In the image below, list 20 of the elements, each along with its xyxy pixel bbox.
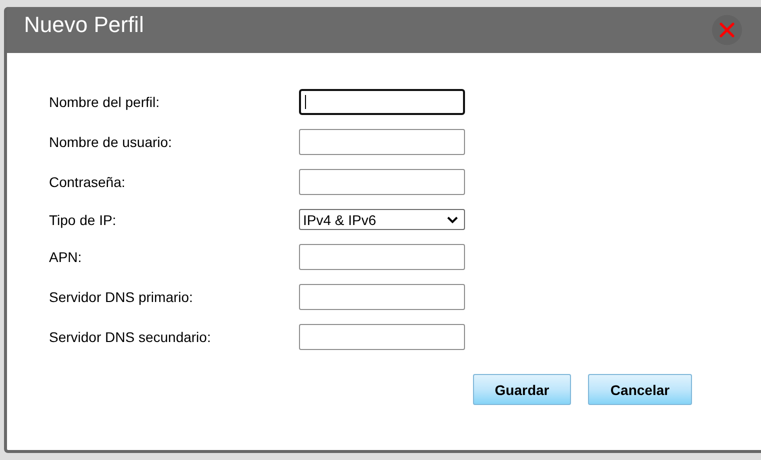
input-field[interactable] — [299, 324, 465, 350]
input-field[interactable] — [299, 89, 465, 115]
field-label: APN: — [49, 249, 83, 265]
field-label: Nombre del perfil: — [49, 94, 160, 110]
close-button[interactable] — [712, 15, 742, 45]
field-label: Servidor DNS primario: — [49, 289, 194, 305]
input-field[interactable] — [299, 129, 465, 155]
input-field[interactable] — [299, 244, 465, 270]
dialog-button[interactable]: Cancelar — [588, 374, 692, 405]
field-label: Nombre de usuario: — [49, 134, 173, 150]
close-icon — [719, 22, 735, 38]
chevron-down-icon — [447, 216, 458, 224]
field-label: Tipo de IP: — [49, 212, 118, 228]
field-label: Contraseña: — [49, 174, 126, 190]
dialog-title: Nuevo Perfil — [24, 12, 144, 38]
ip-type-dropdown[interactable]: IPv4 & IPv6 — [299, 209, 465, 230]
input-field[interactable] — [299, 284, 465, 310]
input-field[interactable] — [299, 169, 465, 195]
dialog-button[interactable]: Guardar — [473, 374, 571, 405]
field-label: Servidor DNS secundario: — [49, 329, 212, 345]
